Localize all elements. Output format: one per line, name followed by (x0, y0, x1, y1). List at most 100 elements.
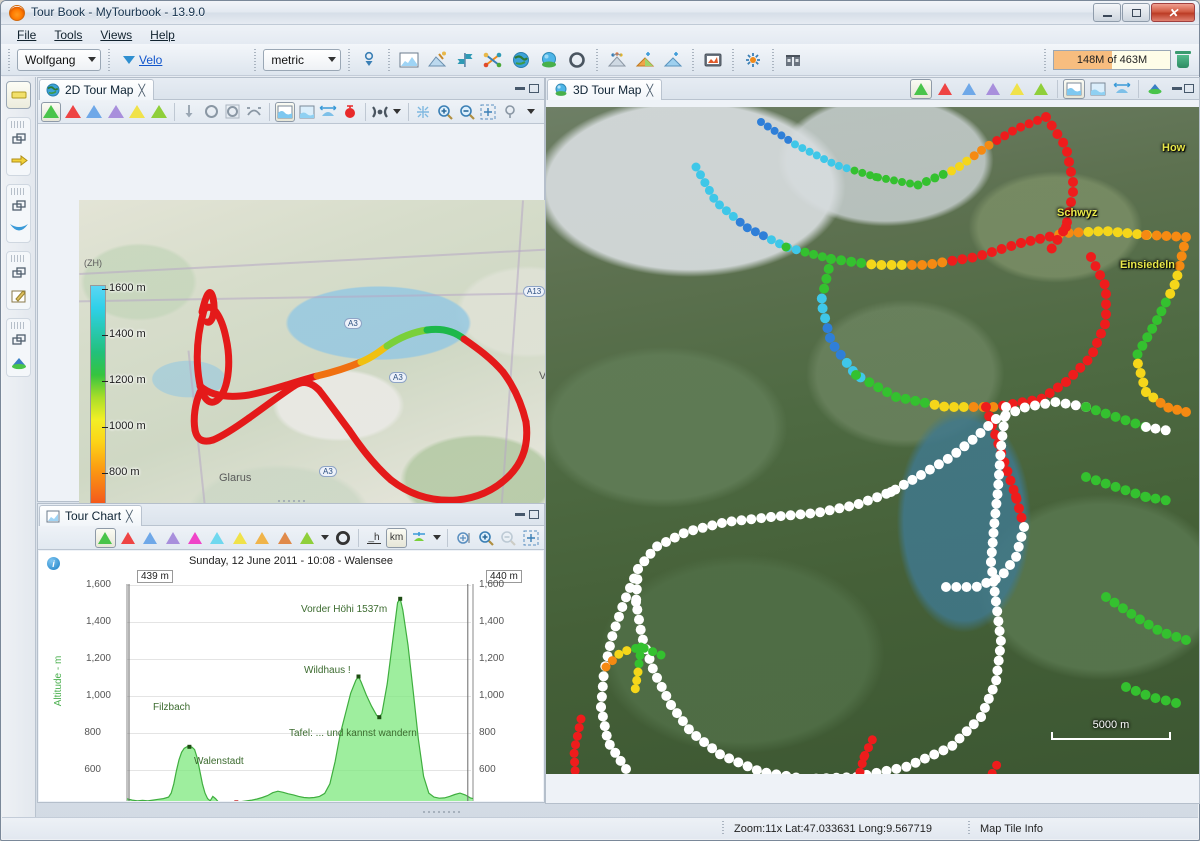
map-background-icon[interactable] (274, 101, 295, 122)
minimize-icon[interactable] (515, 87, 525, 90)
chart-annotation-marker[interactable] (234, 800, 239, 801)
graph-pulse-icon[interactable] (118, 528, 138, 548)
panel-sash-horizontal[interactable] (37, 498, 545, 503)
minimize-button[interactable] (1093, 3, 1121, 22)
graph-gradient-icon[interactable] (252, 528, 272, 548)
rail-drag-handle[interactable] (11, 322, 26, 329)
zoom-in-icon[interactable] (476, 528, 496, 548)
show-tour-icon[interactable] (201, 102, 221, 122)
maximize-icon[interactable] (529, 84, 539, 93)
tour-map3d-button[interactable] (537, 48, 561, 72)
tour-import-button[interactable] (633, 48, 657, 72)
graph-altimeter-icon[interactable] (275, 528, 295, 548)
move-slider-icon[interactable] (453, 528, 473, 548)
map-3d-canvas[interactable]: Schwyz Einsiedeln Buochs How 5000 m (546, 107, 1199, 774)
sync-map-icon[interactable] (244, 102, 264, 122)
graph-pulse-icon[interactable] (934, 79, 956, 99)
zoom-out-icon[interactable] (457, 102, 477, 122)
graph-power-icon[interactable] (128, 102, 148, 122)
graph-cadence-icon[interactable] (185, 528, 205, 548)
close-icon[interactable]: ╳ (138, 84, 145, 97)
tour-waypoint-button[interactable] (741, 48, 765, 72)
map3d-terrain-icon[interactable] (1063, 78, 1085, 99)
rail-drag-handle[interactable] (11, 188, 26, 195)
zoom-options-icon[interactable] (409, 528, 429, 548)
tour-compare-button[interactable] (565, 48, 589, 72)
tour-segmenter-button[interactable] (481, 48, 505, 72)
close-button[interactable]: ✕ (1151, 3, 1195, 22)
menu-views[interactable]: Views (92, 26, 140, 44)
map3d-sync-icon[interactable] (1111, 79, 1133, 99)
map-tour-dropdown[interactable] (392, 102, 403, 122)
map-dim-icon[interactable] (297, 102, 317, 122)
graph-altitude-icon[interactable] (41, 101, 61, 122)
tour-map-button[interactable] (509, 48, 533, 72)
tour-marker-button[interactable] (453, 48, 477, 72)
map-position-icon[interactable] (500, 102, 520, 122)
graph-pulse-icon[interactable] (63, 102, 83, 122)
chart-annotation-marker[interactable] (187, 744, 192, 749)
map-tour-icon[interactable] (370, 102, 390, 122)
map-sync-icon[interactable] (318, 102, 338, 122)
person-select[interactable]: Wolfgang (17, 48, 101, 71)
tour-search-button[interactable] (781, 48, 805, 72)
rail-group-restore[interactable] (6, 81, 31, 109)
graph-gradient-icon[interactable] (149, 102, 169, 122)
status-tile-info[interactable]: Map Tile Info (980, 823, 1043, 835)
chart-annotation-marker[interactable] (377, 715, 382, 720)
x-axis-time-icon[interactable]: _h (364, 528, 384, 548)
rail-group-tour-editor[interactable] (6, 251, 31, 310)
tour-chart-button[interactable] (397, 48, 421, 72)
restore-view-icon[interactable] (7, 263, 30, 285)
graph-speed-icon[interactable] (958, 79, 980, 99)
tour-catalog-button[interactable] (605, 48, 629, 72)
units-select[interactable]: metric (263, 48, 342, 71)
graph-speed-icon[interactable] (84, 102, 104, 122)
x-axis-distance-icon[interactable]: km (386, 527, 407, 548)
chart-annotation-marker[interactable] (398, 596, 403, 601)
tour-filter-button[interactable] (357, 48, 381, 72)
graph-speed-icon[interactable] (140, 528, 160, 548)
minimize-icon[interactable] (515, 513, 525, 516)
tour-type-filter[interactable]: Velo (117, 53, 168, 67)
tour-type-link[interactable]: Velo (139, 53, 162, 67)
maximize-icon[interactable] (529, 510, 539, 519)
graph-options-dropdown[interactable] (319, 528, 330, 548)
tour-merge-button[interactable] (661, 48, 685, 72)
graph-gradient-icon[interactable] (1030, 79, 1052, 99)
graph-tour-compare-icon[interactable] (297, 528, 317, 548)
memory-bar[interactable]: 148M of 463M (1053, 49, 1171, 70)
chart-annotation-marker[interactable] (356, 674, 361, 679)
graph-altitude-icon[interactable] (94, 527, 116, 548)
map3d-layer-icon[interactable] (1087, 79, 1109, 99)
tab-3d-tour-map[interactable]: 3D Tour Map ╳ (547, 79, 663, 100)
menu-help[interactable]: Help (142, 26, 183, 44)
graph-power-icon[interactable] (230, 528, 250, 548)
tour-statistics-button[interactable] (425, 48, 449, 72)
restore-view-icon[interactable] (7, 330, 30, 352)
tour-3d-map-icon[interactable] (7, 352, 30, 374)
map-zoom-centered-icon[interactable] (414, 102, 434, 122)
menu-tools[interactable]: Tools (46, 26, 90, 44)
rail-drag-handle[interactable] (11, 121, 26, 128)
tour-chart-canvas[interactable]: i Sunday, 12 June 2011 - 10:08 - Walense… (39, 551, 543, 801)
minimize-icon[interactable] (1172, 87, 1182, 90)
sync-slider-icon[interactable] (180, 102, 200, 122)
maximize-icon[interactable] (1184, 84, 1194, 93)
restore-view-icon[interactable] (7, 129, 30, 151)
tab-2d-tour-map[interactable]: 2D Tour Map ╳ (39, 79, 155, 100)
map-marker-icon[interactable] (340, 102, 360, 122)
chart-bottom-sash[interactable] (411, 807, 471, 817)
graph-power-icon[interactable] (1006, 79, 1028, 99)
fast-view-restore-icon[interactable] (7, 84, 30, 106)
zoom-out-icon[interactable] (498, 528, 518, 548)
zoom-in-icon[interactable] (435, 102, 455, 122)
graph-pace-icon[interactable] (106, 102, 126, 122)
show-markers-icon[interactable] (332, 528, 352, 548)
graph-pace-icon[interactable] (982, 79, 1004, 99)
tour-book-icon[interactable] (7, 151, 30, 173)
maximize-button[interactable] (1122, 3, 1150, 22)
rail-group-3d-map[interactable] (6, 318, 31, 377)
zoom-fit-icon[interactable] (478, 102, 498, 122)
menu-file[interactable]: File (9, 26, 44, 44)
